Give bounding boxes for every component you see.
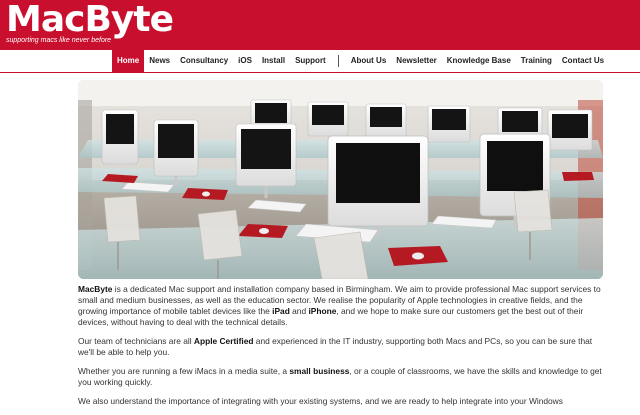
hero-image	[78, 80, 603, 279]
main-navigation: Home News Consultancy iOS Install Suppor…	[0, 50, 640, 73]
site-tagline: supporting macs like never before	[6, 37, 112, 44]
nav-item-about-us[interactable]: About Us	[346, 50, 392, 72]
brand-name: MacByte	[78, 284, 113, 294]
site-logo[interactable]: MacByte	[6, 0, 174, 40]
nav-list: Home News Consultancy iOS Install Suppor…	[112, 50, 609, 72]
nav-divider	[337, 55, 339, 67]
intro-content: MacByte is a dedicated Mac support and i…	[78, 284, 604, 415]
nav-item-news[interactable]: News	[144, 50, 175, 72]
nav-item-support[interactable]: Support	[290, 50, 331, 72]
classroom-illustration	[78, 80, 603, 279]
nav-item-knowledge-base[interactable]: Knowledge Base	[442, 50, 516, 72]
header-banner: MacByte supporting macs like never befor…	[0, 0, 640, 50]
nav-item-training[interactable]: Training	[516, 50, 557, 72]
nav-item-consultancy[interactable]: Consultancy	[175, 50, 233, 72]
nav-item-ios[interactable]: iOS	[233, 50, 257, 72]
nav-item-install[interactable]: Install	[257, 50, 290, 72]
intro-paragraph-4: We also understand the importance of int…	[78, 396, 563, 406]
intro-paragraph-2: Our team of technicians are all Apple Ce…	[78, 336, 593, 357]
intro-paragraph-1: MacByte is a dedicated Mac support and i…	[78, 284, 601, 327]
nav-item-contact-us[interactable]: Contact Us	[557, 50, 609, 72]
intro-paragraph-3: Whether you are running a few iMacs in a…	[78, 366, 602, 387]
nav-item-home[interactable]: Home	[112, 50, 145, 72]
nav-item-newsletter[interactable]: Newsletter	[391, 50, 441, 72]
